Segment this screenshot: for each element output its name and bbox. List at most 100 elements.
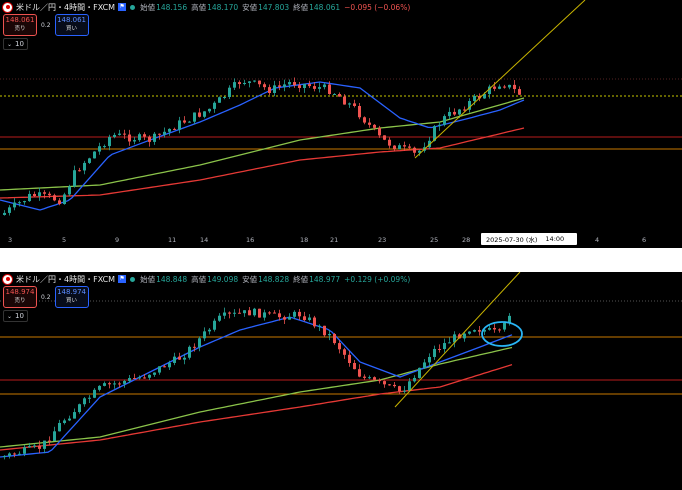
candle: [463, 333, 466, 339]
candle: [503, 322, 506, 330]
indicator-counter[interactable]: ⌄ 10: [3, 310, 28, 322]
candle: [273, 85, 276, 93]
candle: [373, 377, 376, 380]
candle: [318, 87, 321, 89]
sell-button[interactable]: 148.974 売り: [3, 286, 37, 308]
candle: [283, 84, 286, 87]
candle: [283, 317, 286, 320]
candle: [223, 312, 226, 316]
candle: [253, 308, 256, 316]
candle: [473, 95, 476, 102]
candle: [213, 102, 216, 109]
candle: [98, 385, 101, 390]
candle: [188, 121, 191, 123]
candle: [313, 86, 316, 89]
highlight-circle: [481, 321, 523, 347]
candle: [163, 366, 166, 368]
candle: [143, 134, 146, 137]
candle: [383, 381, 386, 385]
candle: [28, 446, 31, 448]
candle: [353, 103, 356, 106]
usdjpy-flag-icon: [2, 273, 13, 285]
candle: [308, 317, 311, 321]
candle: [143, 377, 146, 379]
candle: [248, 81, 251, 83]
candle: [58, 422, 61, 432]
symbol-title: 米ドル／円・4時間・FXCM: [16, 2, 116, 12]
chart-panel-bottom[interactable]: 米ドル／円・4時間・FXCM ⚑ 始値 148.848 高値 149.098 安値 1…: [0, 272, 682, 490]
candle: [298, 311, 301, 317]
candlestick-chart-bottom[interactable]: [0, 272, 682, 490]
candle: [208, 108, 211, 112]
candle: [248, 310, 251, 316]
candle: [68, 418, 71, 421]
candlestick-chart-top[interactable]: [0, 0, 682, 248]
candle: [368, 377, 371, 379]
candle: [358, 369, 361, 377]
candle: [323, 325, 326, 336]
candle: [243, 82, 246, 85]
candle: [63, 194, 66, 205]
candle: [348, 103, 351, 105]
candle: [178, 120, 181, 130]
candle: [43, 440, 46, 449]
moving-average-mid: [0, 97, 525, 191]
chart-panel-top[interactable]: 米ドル／円・4時間・FXCM ⚑ 始値 148.156 高値 148.170 安値 1…: [0, 0, 682, 248]
candle: [173, 128, 176, 130]
candle: [363, 117, 366, 123]
x-tick-label: 28: [462, 236, 471, 244]
moving-average-long: [0, 127, 525, 199]
candle: [493, 327, 496, 330]
candle: [413, 377, 416, 382]
candle: [298, 85, 301, 89]
trade-buttons-top: 148.061 売り 0.2 148.061 買い: [3, 14, 89, 36]
candle: [213, 320, 216, 330]
ohlc-legend-bottom: 米ドル／円・4時間・FXCM ⚑ 始値 148.848 高値 149.098 安値 1…: [0, 272, 414, 286]
candle: [268, 87, 271, 93]
candle: [83, 398, 86, 405]
candle: [53, 195, 56, 201]
candle: [18, 453, 21, 455]
candle: [83, 162, 86, 171]
market-status-icon: [130, 4, 136, 10]
candle: [168, 362, 171, 368]
candle: [498, 86, 501, 89]
sell-button[interactable]: 148.061 売り: [3, 14, 37, 36]
candle: [363, 376, 366, 378]
candle: [498, 329, 501, 331]
candle: [108, 383, 111, 385]
candle: [108, 136, 111, 147]
candle: [428, 356, 431, 363]
candle: [333, 333, 336, 344]
candle: [328, 333, 331, 336]
candle: [58, 200, 61, 205]
buy-button[interactable]: 148.974 買い: [54, 286, 89, 308]
candle: [183, 120, 186, 123]
candle: [348, 354, 351, 364]
candle: [368, 122, 371, 125]
candle: [338, 343, 341, 350]
trade-buttons-bottom: 148.974 売り 0.2 148.974 買い: [3, 286, 89, 308]
candle: [503, 86, 506, 88]
candle: [473, 330, 476, 332]
candle: [278, 313, 281, 318]
candle: [23, 201, 26, 203]
x-tick-label: 6: [642, 236, 647, 244]
indicator-counter[interactable]: ⌄ 10: [3, 38, 28, 50]
candle: [378, 127, 381, 136]
moving-average-long: [0, 363, 513, 451]
candle: [238, 312, 241, 314]
candle: [393, 145, 396, 150]
candle: [238, 82, 241, 85]
candle: [123, 380, 126, 384]
candle: [193, 112, 196, 122]
candle: [513, 84, 516, 90]
candle: [458, 109, 461, 115]
candle: [38, 445, 41, 449]
candle: [233, 82, 236, 88]
candle: [193, 346, 196, 348]
buy-button[interactable]: 148.061 買い: [54, 14, 89, 36]
candle: [183, 357, 186, 360]
candle: [413, 147, 416, 153]
candle: [73, 170, 76, 187]
